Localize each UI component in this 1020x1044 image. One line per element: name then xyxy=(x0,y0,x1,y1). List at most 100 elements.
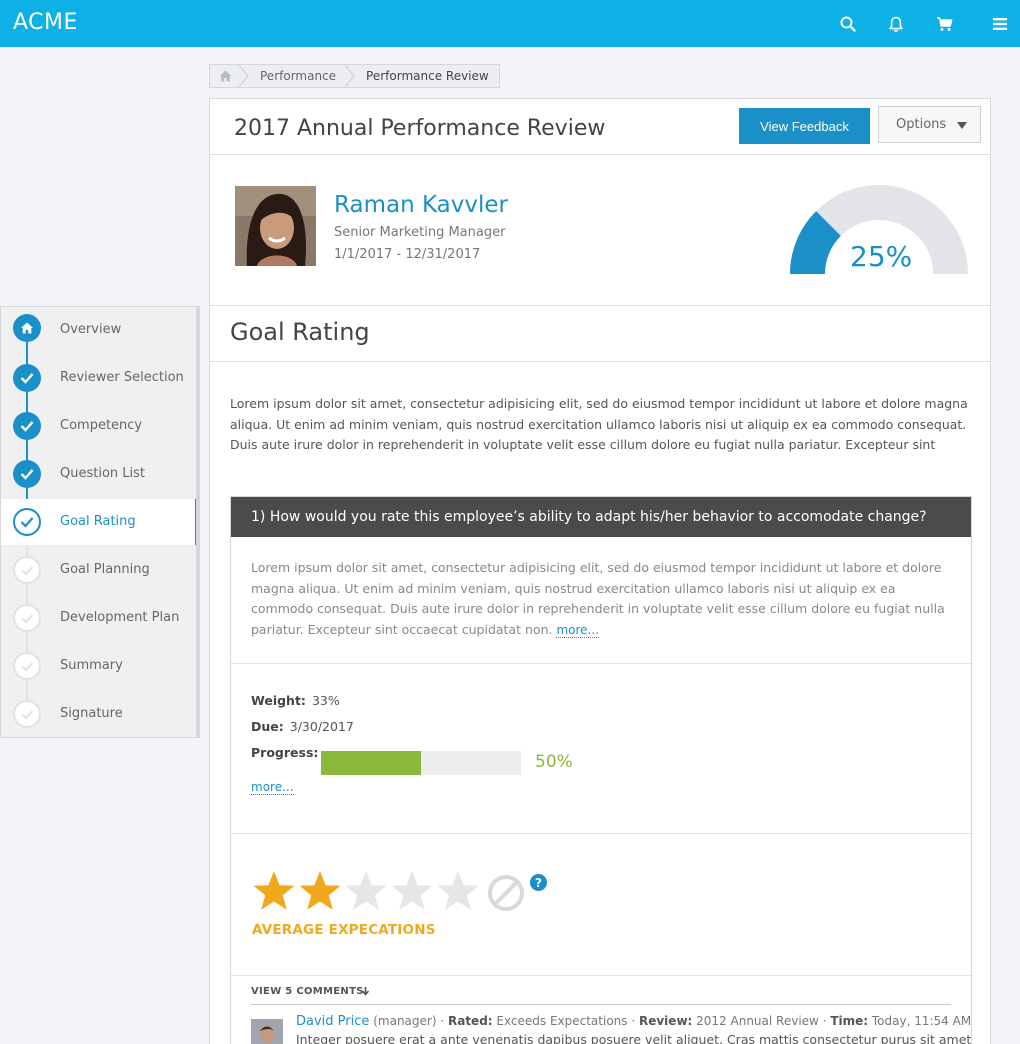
comments-toggle[interactable]: VIEW 5 COMMENTS xyxy=(231,976,971,1006)
sidebar-item-overview[interactable]: Overview xyxy=(1,307,200,353)
progress-bar-fill xyxy=(321,751,421,775)
weight-value: 33% xyxy=(311,693,340,708)
star-filled-icon[interactable] xyxy=(251,869,297,913)
comment-role: (manager) · xyxy=(373,1014,445,1028)
sidebar-item-goal-rating[interactable]: Goal Rating xyxy=(1,499,200,545)
question-card: 1) How would you rate this employee’s ab… xyxy=(230,496,972,1044)
view-feedback-button[interactable]: View Feedback xyxy=(739,108,870,144)
sidebar-item-question-list[interactable]: Question List xyxy=(1,451,200,497)
weight-row: Weight: 33% xyxy=(251,693,340,708)
due-value: 3/30/2017 xyxy=(289,719,354,734)
sidebar-item-goal-planning[interactable]: Goal Planning xyxy=(1,547,200,593)
sidebar-item-label: Competency xyxy=(60,418,143,433)
star-rating[interactable] xyxy=(251,869,481,913)
divider xyxy=(210,154,990,155)
review-period: 1/1/2017 - 12/31/2017 xyxy=(334,247,481,262)
comment-review-label: Review: xyxy=(638,1014,693,1028)
bell-icon[interactable] xyxy=(886,14,906,34)
review-steps-sidebar: Overview Reviewer Selection Competency Q… xyxy=(0,306,200,738)
breadcrumb-label: Performance Review xyxy=(366,69,489,83)
sidebar-item-label: Question List xyxy=(60,466,146,481)
not-applicable-icon[interactable] xyxy=(487,874,525,912)
check-icon xyxy=(13,700,41,728)
sidebar-scrollbar[interactable] xyxy=(196,307,200,737)
comment-time-label: Time: xyxy=(830,1014,869,1028)
divider xyxy=(251,1004,951,1005)
rating-label: AVERAGE EXPECATIONS xyxy=(252,922,436,938)
sidebar-item-label: Development Plan xyxy=(60,610,180,625)
breadcrumb-label: Performance xyxy=(260,69,337,83)
details-more-row: more... xyxy=(251,779,294,795)
star-empty-icon[interactable] xyxy=(389,869,435,913)
sidebar-item-reviewer-selection[interactable]: Reviewer Selection xyxy=(1,355,200,401)
comment-meta: David Price (manager) · Rated: Exceeds E… xyxy=(296,1014,971,1029)
breadcrumb-home[interactable] xyxy=(210,65,240,87)
search-icon[interactable] xyxy=(838,14,858,34)
employee-role: Senior Marketing Manager xyxy=(334,225,506,240)
divider xyxy=(210,305,990,306)
star-empty-icon[interactable] xyxy=(343,869,389,913)
check-icon xyxy=(13,364,41,392)
progress-label: Progress: xyxy=(251,745,319,760)
page-title: 2017 Annual Performance Review xyxy=(234,116,606,141)
cart-icon[interactable] xyxy=(934,14,954,34)
employee-name[interactable]: Raman Kavvler xyxy=(334,192,508,218)
comment-rated-label: Rated: xyxy=(447,1014,493,1028)
due-row: Due: 3/30/2017 xyxy=(251,719,354,734)
check-icon xyxy=(13,652,41,680)
progress-bar xyxy=(321,751,521,775)
question-description: Lorem ipsum dolor sit amet, consectetur … xyxy=(251,558,957,640)
comment-author[interactable]: David Price xyxy=(296,1014,369,1029)
caret-down-icon xyxy=(957,122,967,129)
avatar xyxy=(235,186,316,266)
sidebar-item-label: Overview xyxy=(60,322,122,337)
breadcrumb-separator-icon xyxy=(238,65,249,87)
sidebar-item-label: Goal Planning xyxy=(60,562,150,577)
options-dropdown[interactable]: Options xyxy=(878,106,981,143)
star-empty-icon[interactable] xyxy=(435,869,481,913)
review-card: 2017 Annual Performance Review View Feed… xyxy=(209,98,991,1044)
sidebar-item-label: Signature xyxy=(60,706,123,721)
home-icon xyxy=(219,70,231,82)
completion-percent: 25% xyxy=(850,240,913,273)
arrow-down-icon xyxy=(361,987,370,996)
menu-icon[interactable] xyxy=(990,14,1010,34)
comment-review-value: 2012 Annual Review · xyxy=(696,1014,827,1028)
section-title: Goal Rating xyxy=(230,318,370,346)
sidebar-item-label: Reviewer Selection xyxy=(60,370,184,385)
help-icon[interactable]: ? xyxy=(530,874,547,891)
breadcrumb-performance[interactable]: Performance xyxy=(238,65,346,87)
comment-time-value: Today, 11:54 AM xyxy=(871,1014,972,1028)
check-icon xyxy=(13,508,41,536)
brand-logo[interactable]: ACME xyxy=(13,10,78,35)
sidebar-item-development-plan[interactable]: Development Plan xyxy=(1,595,200,641)
more-link[interactable]: more... xyxy=(556,622,599,638)
sidebar-item-label: Summary xyxy=(60,658,123,673)
breadcrumb-separator-icon xyxy=(344,65,355,87)
check-icon xyxy=(13,460,41,488)
breadcrumb-performance-review[interactable]: Performance Review xyxy=(344,65,499,87)
star-filled-icon[interactable] xyxy=(297,869,343,913)
details-more-link[interactable]: more... xyxy=(251,780,294,795)
top-navigation-bar: ACME xyxy=(0,0,1020,47)
progress-percent: 50% xyxy=(535,752,573,772)
comment-rated-value: Exceeds Expectations · xyxy=(496,1014,636,1028)
progress-row: Progress: xyxy=(251,745,324,760)
commenter-avatar xyxy=(251,1019,283,1044)
section-intro-text: Lorem ipsum dolor sit amet, consectetur … xyxy=(230,396,968,452)
question-header: 1) How would you rate this employee’s ab… xyxy=(231,497,971,537)
options-label: Options xyxy=(896,117,947,132)
comment-body: Integer posuere erat a ante venenatis da… xyxy=(296,1032,972,1044)
sidebar-item-competency[interactable]: Competency xyxy=(1,403,200,449)
due-label: Due: xyxy=(251,719,284,734)
sidebar-item-signature[interactable]: Signature xyxy=(1,691,200,737)
breadcrumb: Performance Performance Review xyxy=(209,64,500,88)
divider xyxy=(231,833,971,834)
sidebar-item-summary[interactable]: Summary xyxy=(1,643,200,689)
check-icon xyxy=(13,604,41,632)
divider xyxy=(231,663,971,664)
home-icon xyxy=(13,314,41,342)
sidebar-item-label: Goal Rating xyxy=(60,514,136,529)
comments-toggle-label: VIEW 5 COMMENTS xyxy=(251,986,364,997)
divider xyxy=(210,361,990,362)
